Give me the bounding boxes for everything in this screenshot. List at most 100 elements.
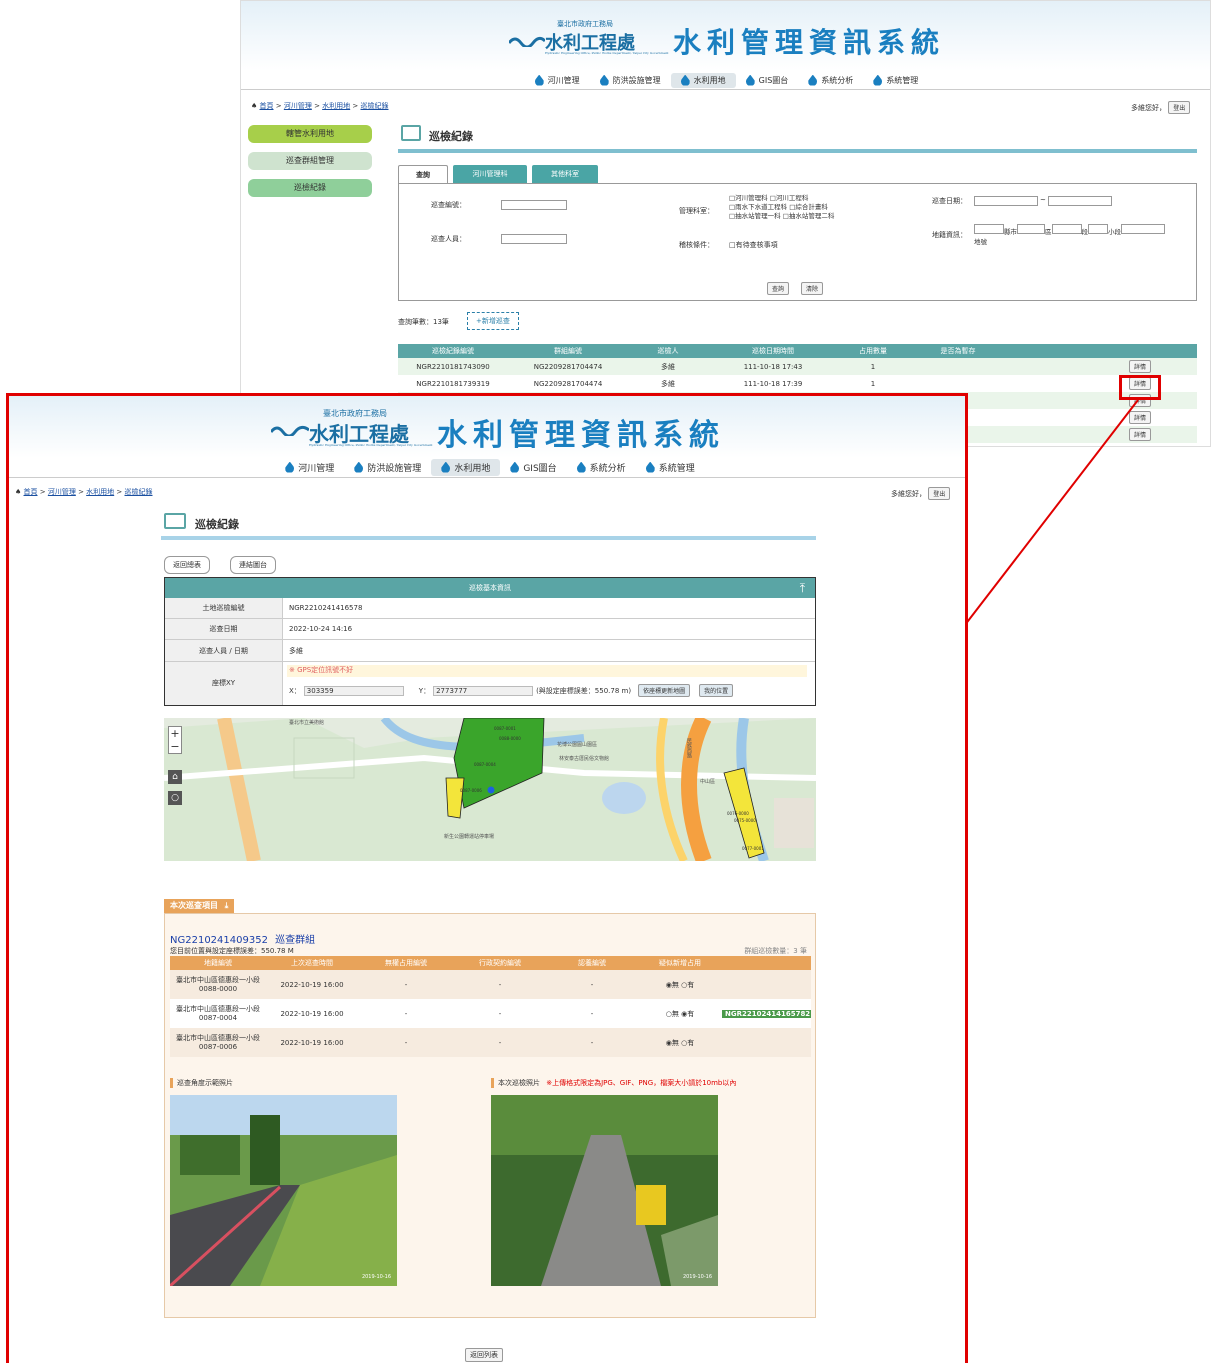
id-label: 土地巡檢編號 — [165, 598, 283, 618]
front-logo: 臺北市政府工務局 水利工程處 Hydraulic Engineering Off… — [269, 406, 441, 447]
basic-info-title: 巡檢基本資訊 — [469, 584, 511, 592]
front-nav-admin[interactable]: 系統管理 — [636, 459, 705, 476]
nav-label: GIS圖台 — [523, 463, 557, 474]
map-home-icon[interactable]: ⌂ — [168, 770, 182, 784]
group-label: 巡查群組 — [275, 935, 316, 946]
group-id: NG2210241409352 — [170, 935, 268, 946]
water-drop-icon — [510, 461, 520, 473]
wave-logo-icon — [269, 424, 310, 438]
info-row-staff: 巡查人員 / 日期 多維 — [165, 640, 815, 662]
map-view[interactable]: 臺北市立美術館 花博公園圓山園區 林安泰古厝民俗文物館 新生公園轉運站停車場 中… — [164, 718, 816, 861]
map-label: 民族西路 — [686, 738, 692, 758]
demo-photo: 2019-10-16 — [170, 1095, 397, 1286]
diff-line: 您目前位置與設定座標誤差：550.78 M — [170, 947, 294, 955]
staff-label: 巡查人員 / 日期 — [165, 640, 283, 661]
home-icon: ♠ — [15, 488, 22, 496]
photo-stamp: 2019-10-16 — [682, 1274, 712, 1280]
book-icon — [164, 513, 186, 529]
items-header: 地籍編號 上次巡查時間 無權占用編號 行政契約編號 認養編號 疑似新增占用 — [170, 956, 811, 970]
front-logo-en: Hydraulic Engineering Office, Public Wor… — [309, 443, 433, 447]
my-location-button[interactable]: 我的位置 — [699, 684, 734, 697]
map-label: 臺北市立美術館 — [289, 720, 325, 726]
front-breadcrumb: ♠ 首頁 > 河川管理 > 水利用地 > 巡檢紀錄 — [15, 488, 153, 496]
water-drop-icon — [441, 461, 451, 473]
crumb-river[interactable]: 河川管理 — [48, 488, 76, 496]
info-row-date: 巡查日期 2022-10-24 14:16 — [165, 619, 815, 640]
info-row-xy: 座標XY ※ GPS定位訊號不好 X： 303359 Y： 2773777 (與… — [165, 662, 815, 705]
parcel-label: 0088-0000 — [499, 736, 521, 741]
upload-note: ※上傳格式限定為JPG、GIF、PNG，檔案大小請於10mb以內 — [546, 1079, 737, 1087]
occupy-radio[interactable]: ◉無 ○有 — [638, 980, 722, 990]
back-to-summary-button[interactable]: 返回總表 — [164, 556, 210, 574]
front-nav-analysis[interactable]: 系統分析 — [567, 459, 636, 476]
nav-label: 系統分析 — [589, 463, 626, 474]
staff-value: 多維 — [289, 646, 303, 655]
basic-info-header: 巡檢基本資訊 ⤒ — [165, 578, 815, 598]
link-map-button[interactable]: 連結圖台 — [230, 556, 276, 574]
new-record-tag[interactable]: NGR22102414165782 — [722, 1009, 811, 1018]
crumb-home[interactable]: 首頁 — [24, 488, 38, 496]
occupy-radio[interactable]: ○無 ◉有 — [638, 1009, 722, 1019]
front-nav: 河川管理 防洪設施管理 水利用地 GIS圖台 系統分析 系統管理 — [9, 458, 965, 476]
parcel-label: 0076-0000 — [727, 811, 749, 816]
date-label: 巡查日期 — [165, 619, 283, 639]
occupy-radio[interactable]: ◉無 ○有 — [638, 1038, 722, 1048]
front-system-title: 水利管理資訊系統 — [437, 418, 725, 453]
coord-diff: (與設定座標誤差：550.78 m) — [536, 686, 632, 695]
back-to-list-button[interactable]: 返回列表 — [465, 1348, 503, 1362]
front-page-title: 巡檢紀錄 — [195, 518, 239, 531]
water-drop-icon — [285, 461, 295, 473]
x-input[interactable]: 303359 — [303, 685, 404, 696]
parcel-label: 0075-0000 — [734, 818, 756, 823]
front-nav-river[interactable]: 河川管理 — [275, 459, 344, 476]
items-title: 本次巡查項目 — [170, 901, 218, 910]
water-drop-icon — [354, 461, 364, 473]
items-tab[interactable]: 本次巡查項目 ⤓ — [164, 899, 235, 913]
y-input[interactable]: 2773777 — [433, 685, 534, 696]
photo-stamp: 2019-10-16 — [361, 1274, 391, 1280]
items-table: 地籍編號 上次巡查時間 無權占用編號 行政契約編號 認養編號 疑似新增占用 臺北… — [170, 956, 811, 1057]
map-label: 新生公園轉運站停車場 — [444, 834, 495, 840]
xy-label: 座標XY — [165, 662, 283, 705]
nav-label: 防洪設施管理 — [367, 463, 422, 474]
map-label: 中山區 — [700, 779, 716, 785]
crumb-land[interactable]: 水利用地 — [86, 488, 114, 496]
front-user: 多維您好， 登出 — [891, 487, 951, 500]
zoom-in-icon[interactable]: + — [169, 727, 181, 740]
gps-warning: ※ GPS定位訊號不好 — [287, 665, 807, 677]
front-nav-gis[interactable]: GIS圖台 — [500, 459, 566, 476]
group-heading: NG2210241409352 巡查群組 — [170, 931, 315, 946]
parcel-label: 0077-0001 — [742, 846, 764, 851]
logout-button[interactable]: 登出 — [928, 487, 951, 500]
this-photo-label: 本次巡檢照片 — [498, 1079, 540, 1087]
water-drop-icon — [645, 461, 655, 473]
items-row: 臺北市中山區德惠段一小段0088-0000 2022-10-19 16:00 -… — [170, 970, 811, 999]
update-map-button[interactable]: 依座標更新地圖 — [638, 684, 691, 697]
nav-label: 系統管理 — [658, 463, 695, 474]
nav-label: 水利用地 — [454, 463, 491, 474]
map-locate-icon[interactable]: ○ — [168, 791, 182, 805]
front-nav-land[interactable]: 水利用地 — [431, 458, 501, 476]
items-panel: NG2210241409352 巡查群組 您目前位置與設定座標誤差：550.78… — [164, 913, 816, 1318]
items-row: 臺北市中山區德惠段一小段0087-0006 2022-10-19 16:00 -… — [170, 1028, 811, 1057]
parcel-label: 0087-0001 — [494, 726, 516, 731]
info-row-id: 土地巡檢編號 NGR2210241416578 — [165, 598, 815, 619]
crumb-inspect[interactable]: 巡檢紀錄 — [125, 488, 153, 496]
demo-photo-label: 巡查角度示範照片 — [170, 1078, 233, 1088]
parcel-label: 0087-0006 — [460, 788, 482, 793]
front-header: 臺北市政府工務局 水利工程處 Hydraulic Engineering Off… — [9, 396, 965, 458]
map-zoom-control: + − — [168, 726, 182, 754]
id-value: NGR2210241416578 — [289, 604, 363, 612]
front-screenshot: 臺北市政府工務局 水利工程處 Hydraulic Engineering Off… — [6, 393, 968, 1363]
nav-label: 河川管理 — [298, 463, 335, 474]
zoom-out-icon[interactable]: − — [169, 740, 181, 753]
parcel-label: 0087-0004 — [474, 762, 496, 767]
greeting: 多維您好， — [891, 490, 926, 498]
items-row: 臺北市中山區德惠段一小段0087-0004 2022-10-19 16:00 -… — [170, 999, 811, 1028]
front-nav-flood[interactable]: 防洪設施管理 — [344, 459, 431, 476]
this-photo-header: 本次巡檢照片 ※上傳格式限定為JPG、GIF、PNG，檔案大小請於10mb以內 — [491, 1078, 736, 1088]
x-label: X： — [289, 686, 301, 695]
map-label: 花博公園圓山園區 — [557, 742, 598, 748]
collapse-up-icon[interactable]: ⤒ — [800, 578, 805, 598]
this-photo[interactable]: 2019-10-16 — [491, 1095, 718, 1286]
